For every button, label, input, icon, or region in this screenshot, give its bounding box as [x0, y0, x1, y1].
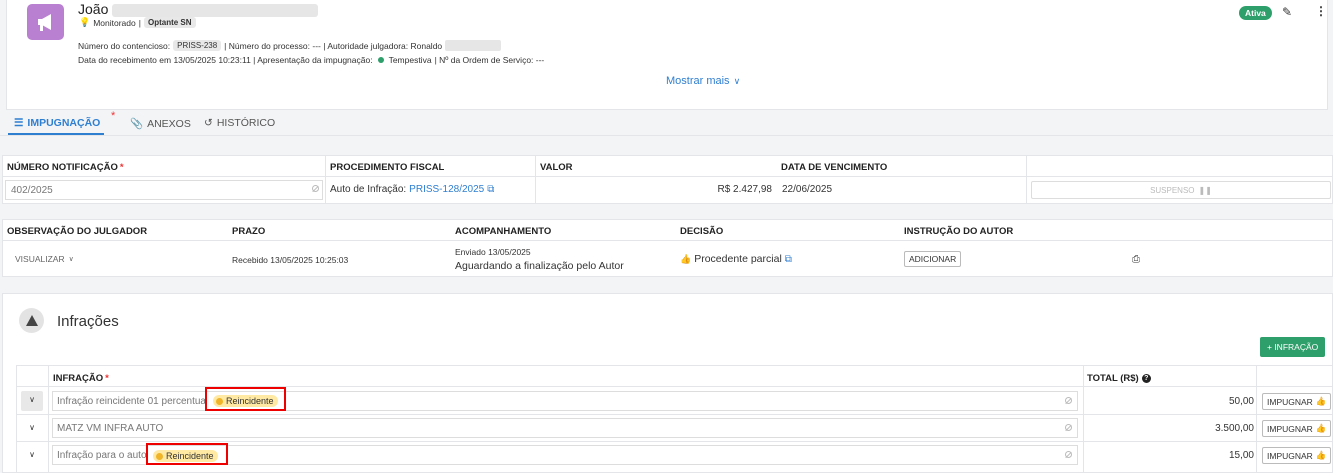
history-icon: ↺	[204, 117, 213, 129]
required-asterisk: *	[119, 162, 124, 173]
clear-icon[interactable]	[312, 185, 319, 192]
show-more-link[interactable]: Mostrar mais ∨	[666, 75, 740, 87]
procedimento-cell: Auto de Infração: PRISS-128/2025 ⧉	[330, 184, 495, 195]
contributor-name: João	[78, 1, 109, 17]
total-cell: 15,00	[1228, 450, 1254, 461]
contencioso-badge: PRISS-238	[173, 40, 222, 51]
suspenso-button[interactable]: SUSPENSO ❚❚	[1031, 181, 1331, 199]
required-asterisk: *	[105, 373, 109, 384]
pause-icon: ❚❚	[1198, 185, 1212, 195]
redacted-name-block	[112, 4, 318, 17]
expand-row-button[interactable]: ∨	[21, 446, 43, 466]
required-asterisk: *	[111, 110, 116, 122]
visualizar-dropdown[interactable]: VISUALIZAR ∨	[15, 254, 74, 264]
print-icon[interactable]: ⎙	[1132, 254, 1140, 265]
total-cell: 50,00	[1228, 396, 1254, 407]
chevron-down-icon: ∨	[68, 256, 74, 263]
highlight-box	[146, 443, 228, 465]
more-options-icon[interactable]: ⋮	[1315, 4, 1327, 18]
status-dot-icon	[377, 57, 384, 63]
observation-table	[2, 219, 1333, 277]
valor-cell: R$ 2.427,98	[717, 184, 773, 195]
process-info-line: Número do contencioso: PRISS-238 | Númer…	[78, 40, 502, 51]
tabs-divider	[0, 135, 1333, 136]
impugnar-button[interactable]: IMPUGNAR 👍	[1262, 393, 1332, 410]
thumbs-up-icon: 👍	[680, 253, 692, 264]
enviado-date: Enviado 13/05/2025	[455, 247, 531, 257]
procedimento-link[interactable]: PRISS-128/2025	[409, 184, 484, 195]
prazo-cell: Recebido 13/05/2025 10:25:03	[232, 255, 349, 265]
help-icon[interactable]: ?	[1141, 374, 1151, 383]
reception-info-line: Data do recebimento em 13/05/2025 10:23:…	[78, 55, 545, 65]
thumbs-up-icon: 👍	[1315, 423, 1327, 433]
chevron-down-icon: ∨	[733, 75, 741, 86]
optante-badge: Optante SN	[143, 17, 196, 28]
col-decisao: DECISÃO	[680, 226, 724, 237]
clear-icon[interactable]	[1065, 451, 1072, 458]
thumbs-up-icon: 👍	[1315, 450, 1327, 460]
clear-icon[interactable]	[1065, 424, 1072, 431]
monitor-row: 💡 Monitorado | Optante SN	[79, 17, 196, 28]
external-link-icon[interactable]: ⧉	[487, 184, 494, 195]
list-icon: ☰	[14, 117, 24, 129]
binoculars-icon: 💡	[79, 17, 91, 27]
col-instrucao: INSTRUÇÃO DO AUTOR	[904, 226, 1014, 237]
tempestiva-label: Tempestiva	[388, 55, 432, 65]
acompanhamento-status: Aguardando a finalização pelo Autor	[455, 260, 624, 272]
impugnar-button[interactable]: IMPUGNAR 👍	[1262, 447, 1332, 464]
expand-row-button[interactable]: ∨	[21, 419, 43, 439]
col-prazo: PRAZO	[232, 226, 266, 237]
tab-impugnacao[interactable]: ☰ IMPUGNAÇÃO	[14, 117, 100, 129]
table-row: ∨ MATZ VM INFRA AUTO 3.500,00 IMPUGNAR 👍	[16, 415, 1333, 441]
decisao-cell: 👍 Procedente parcial ⧉	[680, 253, 792, 265]
infracao-field[interactable]: MATZ VM INFRA AUTO	[52, 418, 1078, 438]
col-procedimento-fiscal: PROCEDIMENTO FISCAL	[330, 162, 445, 173]
col-observacao: OBSERVAÇÃO DO JULGADOR	[7, 226, 148, 237]
clear-icon[interactable]	[1065, 397, 1072, 404]
infracoes-title: Infrações	[57, 313, 119, 330]
warning-icon	[19, 308, 44, 333]
edit-pencil-icon[interactable]: ✎	[1282, 5, 1292, 19]
monitor-label: Monitorado	[93, 17, 136, 28]
col-valor: VALOR	[540, 162, 573, 173]
status-badge: Ativa	[1239, 6, 1272, 20]
impugnar-button[interactable]: IMPUGNAR 👍	[1262, 420, 1332, 437]
expand-row-button[interactable]: ∨	[21, 391, 43, 411]
adicionar-button[interactable]: ADICIONAR	[904, 251, 962, 267]
col-total: TOTAL (R$) ?	[1087, 373, 1151, 384]
paperclip-icon: 📎	[130, 118, 144, 130]
megaphone-icon	[27, 4, 64, 40]
highlight-box	[205, 387, 286, 411]
redacted-judge-block	[445, 40, 502, 51]
total-cell: 3.500,00	[1215, 423, 1254, 434]
external-link-icon[interactable]: ⧉	[785, 254, 792, 265]
col-infracao: INFRAÇÃO *	[53, 373, 109, 384]
vencimento-cell: 22/06/2025	[782, 184, 833, 195]
col-data-vencimento: DATA DE VENCIMENTO	[781, 162, 888, 173]
numero-notificacao-field[interactable]: 402/2025	[5, 180, 323, 200]
col-acompanhamento: ACOMPANHAMENTO	[455, 226, 552, 237]
tab-anexos[interactable]: 📎 ANEXOS	[130, 117, 191, 131]
notification-header-divider	[2, 176, 1333, 177]
thumbs-up-icon: 👍	[1315, 396, 1327, 406]
tab-historico[interactable]: ↺ HISTÓRICO	[204, 117, 275, 129]
add-infracao-button[interactable]: + INFRAÇÃO	[1260, 337, 1326, 357]
col-numero-notificacao: NÚMERO NOTIFICAÇÃO *	[7, 162, 124, 173]
